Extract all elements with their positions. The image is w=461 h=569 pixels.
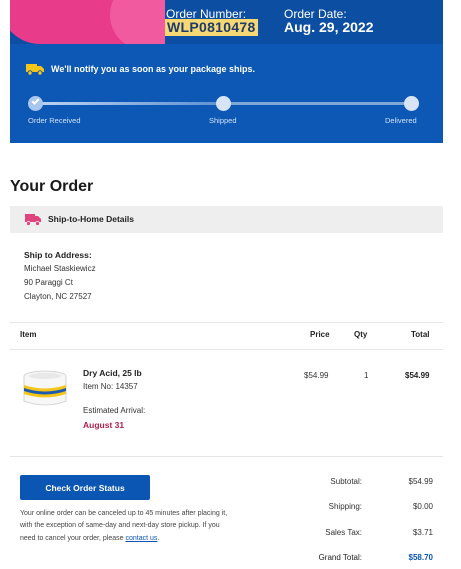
product-qty: 1 <box>364 371 369 380</box>
shipping-label: Shipping: <box>328 502 362 511</box>
estimated-arrival-date: August 31 <box>83 420 125 430</box>
order-date: Aug. 29, 2022 <box>284 19 374 35</box>
product-price: $54.99 <box>304 371 329 380</box>
check-icon <box>31 97 40 105</box>
step-label-shipped: Shipped <box>209 116 237 125</box>
product-total: $54.99 <box>405 371 430 380</box>
address-street: 90 Paraggi Ct <box>24 278 73 287</box>
shipping-status-panel: We'll notify you as soon as your package… <box>10 44 443 143</box>
product-name[interactable]: Dry Acid, 25 lb <box>83 368 142 378</box>
box-icon <box>25 214 41 226</box>
divider <box>10 456 443 457</box>
sales-tax-label: Sales Tax: <box>325 528 362 537</box>
cancel-note-text: Your online order can be canceled up to … <box>20 510 228 542</box>
grand-total-value: $58.70 <box>408 553 433 562</box>
step-label-delivered: Delivered <box>385 116 417 125</box>
subtotal-label: Subtotal: <box>330 477 362 486</box>
column-header-total: Total <box>411 330 430 339</box>
details-label: Ship-to-Home Details <box>48 214 134 224</box>
subtotal-value: $54.99 <box>408 477 433 486</box>
page-title: Your Order <box>10 178 94 195</box>
ship-to-home-details-bar: Ship-to-Home Details <box>10 206 443 233</box>
cancel-note: Your online order can be canceled up to … <box>20 508 235 545</box>
column-header-item: Item <box>20 330 37 339</box>
ship-to-title: Ship to Address: <box>24 250 92 260</box>
divider <box>10 349 443 350</box>
estimated-arrival-label: Estimated Arrival: <box>83 406 146 415</box>
cancel-note-end: . <box>157 534 160 542</box>
divider <box>10 322 443 323</box>
product-image-dry-acid[interactable] <box>22 368 68 408</box>
contact-us-link[interactable]: contact us <box>125 535 157 542</box>
sales-tax-value: $3.71 <box>412 528 433 537</box>
product-item-number: Item No: 14357 <box>83 382 138 391</box>
hero-image <box>10 0 165 44</box>
address-city: Clayton, NC 27527 <box>24 292 92 301</box>
check-order-status-button[interactable]: Check Order Status <box>20 475 150 500</box>
step-dot-delivered <box>404 96 419 111</box>
step-label-order-received: Order Received <box>28 116 81 125</box>
progress-fill <box>35 102 224 105</box>
shipping-value: $0.00 <box>412 502 433 511</box>
column-header-qty: Qty <box>354 330 368 339</box>
step-dot-order-received <box>28 96 43 111</box>
truck-icon <box>26 64 44 76</box>
column-header-price: Price <box>310 330 330 339</box>
order-number: WLP0810478 <box>165 19 258 36</box>
address-name: Michael Staskiewicz <box>24 264 96 273</box>
notify-message: We'll notify you as soon as your package… <box>51 64 256 74</box>
pool-float-graphic <box>10 0 165 44</box>
grand-total-label: Grand Total: <box>318 553 362 562</box>
step-dot-shipped <box>216 96 231 111</box>
order-header: Order Number: WLP0810478 Order Date: Aug… <box>10 0 443 143</box>
